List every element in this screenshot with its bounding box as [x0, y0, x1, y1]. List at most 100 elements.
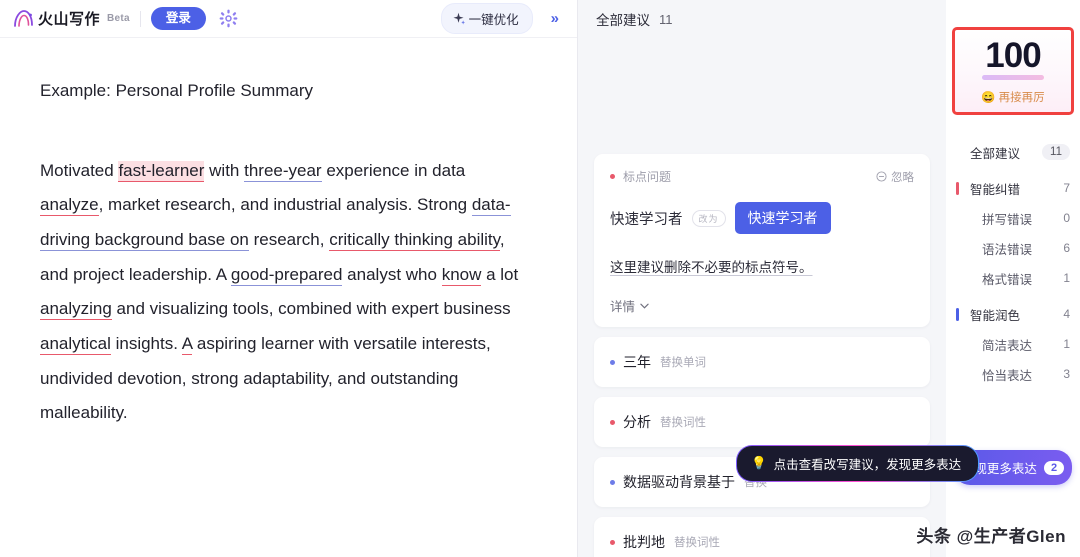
editor-pane: 火山写作 Beta 登录 一键优化 » Example: Personal Pr… [0, 0, 578, 557]
filter-count: 6 [1063, 241, 1070, 255]
document-error-span[interactable]: three-year [244, 160, 322, 182]
document-error-span[interactable]: analyze [40, 195, 99, 217]
filter-count: 4 [1063, 307, 1070, 321]
document-error-span[interactable]: analyzing [40, 299, 112, 321]
suggestion-row-word: 三年 [623, 354, 651, 370]
filter-label: 智能润色 [970, 308, 1021, 323]
document-paragraph: Motivated fast-learner with three-year e… [40, 154, 533, 431]
brand-logo: 火山写作 Beta [12, 8, 130, 29]
filter-item[interactable]: 恰当表达 3 [956, 359, 1070, 389]
suggestion-fix-row: 快速学习者 改为 快速学习者 [610, 202, 914, 234]
suggestion-row-action: 替换单词 [660, 357, 706, 369]
watermark: 头条 @生产者Glen [916, 527, 1066, 546]
suggestions-header-label: 全部建议 [596, 13, 650, 28]
discover-badge: 2 [1043, 460, 1065, 475]
editor-toolbar: 火山写作 Beta 登录 一键优化 » [0, 0, 577, 38]
apply-replacement-button[interactable]: 快速学习者 [734, 202, 831, 234]
toolbar-divider [139, 10, 141, 27]
filter-count: 1 [1063, 271, 1070, 285]
document-editor[interactable]: Example: Personal Profile Summary Motiva… [0, 38, 577, 557]
filter-count: 3 [1063, 367, 1070, 381]
sparkle-icon [453, 12, 465, 25]
filter-count: 11 [1042, 144, 1070, 160]
filter-label: 拼写错误 [982, 212, 1033, 227]
document-error-span[interactable]: critically thinking ability [329, 229, 500, 251]
document-text-run: and visualizing tools, combined with exp… [111, 299, 511, 319]
filter-item[interactable]: 智能润色 4 [956, 299, 1070, 329]
document-error-span[interactable]: good-prepared [230, 264, 343, 286]
suggestions-header-count: 11 [659, 11, 673, 27]
ignore-label: 忽略 [891, 171, 914, 184]
one-click-optimize-button[interactable]: 一键优化 [440, 3, 533, 34]
document-text-run: a lot [481, 264, 519, 284]
app-root: 火山写作 Beta 登录 一键优化 » Example: Personal Pr… [0, 0, 1080, 557]
chevron-down-icon [640, 303, 649, 309]
score-box[interactable]: 100 😄 再接再厉 [952, 27, 1074, 115]
score-underline-decoration [982, 74, 1044, 80]
volcano-logo-icon [14, 9, 33, 27]
rewrite-hint-tooltip: 💡 点击查看改写建议，发现更多表达 [736, 445, 979, 482]
tooltip-text: 点击查看改写建议，发现更多表达 [773, 458, 962, 472]
score-label: 😄 再接再厉 [981, 89, 1044, 105]
filter-item[interactable]: 简洁表达 1 [956, 329, 1070, 359]
suggestion-row[interactable]: 批判地 替换词性 [594, 517, 930, 557]
suggestion-row-word: 数据驱动背景基于 [623, 474, 735, 490]
document-error-span[interactable]: know [441, 264, 482, 286]
score-value: 100 [985, 35, 1041, 75]
filter-category-bar [956, 308, 959, 321]
severity-dot [610, 479, 615, 485]
expand-panel-button[interactable]: » [543, 9, 567, 28]
filter-label: 格式错误 [982, 272, 1033, 287]
ignore-button[interactable]: 忽略 [876, 169, 914, 185]
document-error-span[interactable]: fast-learner [118, 160, 205, 182]
document-text-run: analyst who [342, 264, 442, 284]
severity-dot [610, 174, 615, 179]
suggestion-row[interactable]: 分析 替换词性 [594, 397, 930, 447]
document-text-run: research, [248, 229, 330, 249]
suggestion-description: 这里建议删除不必要的标点符号。 [610, 260, 813, 275]
document-error-span[interactable]: analytical [40, 333, 111, 355]
document-text-run: , market research, and industrial analys… [98, 195, 472, 215]
filter-label: 智能纠错 [970, 182, 1021, 197]
filter-category-bar [956, 182, 959, 195]
gear-icon-glyph [220, 9, 238, 28]
suggestion-row-action: 替换词性 [674, 537, 720, 549]
suggestion-card-punctuation[interactable]: 标点问题 忽略 快速学习者 改为 快速学习者 这里建议删除不必要的标点符号。 详… [594, 154, 930, 327]
one-click-optimize-label: 一键优化 [468, 13, 519, 27]
filter-item[interactable]: 语法错误 6 [956, 233, 1070, 263]
score-label-text: 再接再厉 [998, 91, 1045, 104]
login-button[interactable]: 登录 [150, 7, 206, 30]
filter-count: 0 [1063, 211, 1070, 225]
filter-count: 7 [1063, 181, 1070, 195]
filter-list: 全部建议 11 智能纠错 7 拼写错误 0 语法错误 6 格式错误 1 智能润色 4 简洁表达 1 恰当表达… [946, 137, 1080, 389]
document-error-span[interactable]: A [181, 333, 193, 355]
original-text: 快速学习者 [610, 211, 683, 228]
gear-icon[interactable] [216, 6, 242, 32]
filter-label: 全部建议 [970, 146, 1021, 161]
document-text-run: Motivated [40, 160, 119, 180]
suggestions-header: 全部建议 11 [578, 0, 946, 38]
lightbulb-icon: 💡 [751, 456, 767, 470]
severity-dot [610, 419, 615, 425]
suggestion-row-action: 替换词性 [660, 417, 706, 429]
brand-name: 火山写作 [38, 11, 101, 28]
filter-item[interactable]: 拼写错误 0 [956, 203, 1070, 233]
filter-item[interactable]: 全部建议 11 [956, 137, 1070, 167]
suggestion-detail-toggle[interactable]: 详情 [610, 296, 914, 315]
document-text-run: with [204, 160, 245, 180]
detail-label: 详情 [610, 300, 636, 314]
document-text-run: insights. [110, 333, 182, 353]
filter-label: 语法错误 [982, 242, 1033, 257]
smiley-icon: 😄 [981, 91, 996, 104]
filter-label: 恰当表达 [982, 368, 1033, 383]
suggestion-type-label: 标点问题 [623, 170, 672, 184]
filter-item[interactable]: 智能纠错 7 [956, 173, 1070, 203]
filter-item[interactable]: 格式错误 1 [956, 263, 1070, 293]
suggestion-row[interactable]: 三年 替换单词 [594, 337, 930, 387]
severity-dot [610, 539, 615, 545]
suggestion-row-word: 批判地 [623, 534, 665, 550]
document-title: Example: Personal Profile Summary [40, 81, 314, 100]
document-text-run: experience in data [321, 160, 466, 180]
filter-count: 1 [1063, 337, 1070, 351]
circle-minus-icon [876, 171, 887, 182]
